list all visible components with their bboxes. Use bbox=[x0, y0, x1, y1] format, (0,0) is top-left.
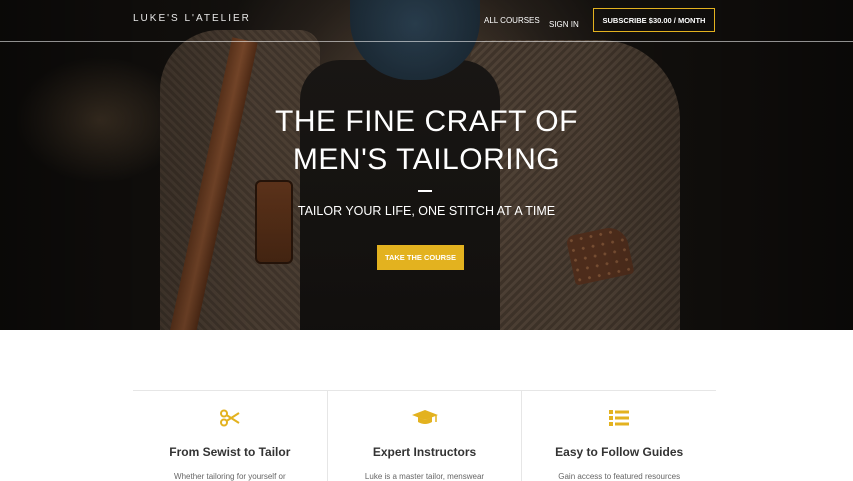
feature-expert-instructors: Expert Instructors Luke is a master tail… bbox=[326, 391, 522, 481]
feature-title: Expert Instructors bbox=[372, 445, 477, 459]
nav-all-courses[interactable]: ALL COURSES bbox=[484, 16, 540, 25]
feature-title: Easy to Follow Guides bbox=[555, 445, 684, 459]
scissors-icon bbox=[133, 409, 327, 427]
nav-sign-in[interactable]: SIGN IN bbox=[549, 20, 579, 29]
graduation-cap-icon bbox=[328, 409, 522, 427]
hero-title-line2: MEN'S TAILORING bbox=[292, 143, 561, 176]
features-section: From Sewist to Tailor Whether tailoring … bbox=[133, 390, 716, 481]
hero-tagline: TAILOR YOUR LIFE, ONE STITCH AT A TIME bbox=[297, 204, 556, 218]
hero-title-line1: THE FINE CRAFT OF bbox=[275, 105, 578, 138]
top-navbar: LUKE'S L'ATELIER ALL COURSES SIGN IN SUB… bbox=[0, 0, 853, 42]
brand-logo[interactable]: LUKE'S L'ATELIER bbox=[133, 13, 251, 24]
hero-divider bbox=[418, 190, 432, 192]
subscribe-button[interactable]: SUBSCRIBE $30.00 / MONTH bbox=[593, 8, 715, 32]
feature-easy-guides: Easy to Follow Guides Gain access to fea… bbox=[521, 391, 716, 481]
feature-title: From Sewist to Tailor bbox=[169, 445, 291, 459]
list-icon bbox=[522, 409, 716, 427]
take-course-button[interactable]: TAKE THE COURSE bbox=[377, 245, 464, 270]
feature-sewist-to-tailor: From Sewist to Tailor Whether tailoring … bbox=[133, 391, 327, 481]
